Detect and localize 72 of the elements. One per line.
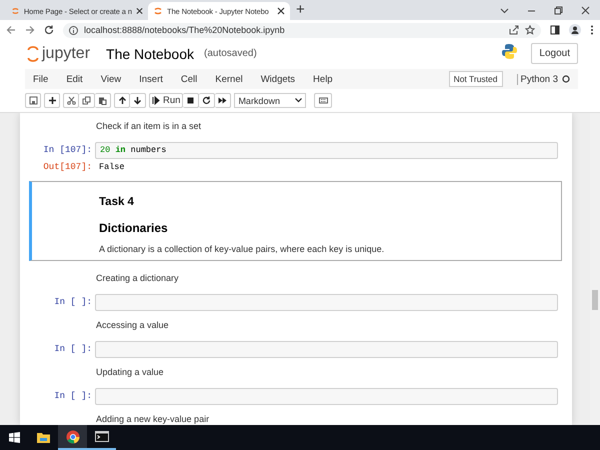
menu-item[interactable]: Widgets — [260, 74, 296, 84]
cell-type-dropdown[interactable]: Markdown — [234, 93, 306, 108]
menu-item[interactable]: Help — [313, 74, 333, 84]
trust-indicator[interactable]: Not Trusted — [448, 71, 502, 87]
forward-icon[interactable] — [25, 25, 35, 35]
output-prompt: Out[107]: — [42, 161, 93, 174]
close-icon[interactable] — [581, 6, 590, 14]
markdown-text: Adding a new key-value pair — [96, 414, 210, 424]
address-bar[interactable]: localhost:8888/notebooks/The%20Notebook.ipynb — [63, 22, 541, 38]
kernel-name[interactable]: Python 3 — [516, 74, 558, 84]
input-prompt: In [ ]: — [53, 390, 93, 403]
markdown-cell[interactable]: Task 4 Dictionaries A dictionary is a collection of key-value pairs, where each key is unique. — [29, 181, 562, 261]
code-input[interactable] — [95, 341, 558, 358]
profile-icon[interactable] — [569, 24, 581, 36]
chrome-icon[interactable] — [58, 425, 87, 450]
kernel-idle-icon — [562, 75, 570, 83]
save-icon[interactable] — [25, 93, 41, 108]
jupyter-logo-icon — [153, 6, 163, 16]
input-prompt: In [107]: — [42, 144, 93, 157]
restore-icon[interactable] — [554, 6, 563, 14]
menu-item[interactable]: Kernel — [215, 74, 243, 84]
keyboard-icon[interactable] — [314, 93, 332, 108]
close-icon[interactable] — [277, 7, 285, 15]
code-input[interactable] — [95, 294, 558, 311]
share-icon[interactable] — [509, 25, 519, 35]
markdown-text: Accessing a value — [96, 320, 169, 330]
new-tab-button[interactable]: + — [296, 1, 305, 18]
sidebar-icon[interactable] — [550, 25, 560, 35]
back-icon[interactable] — [6, 25, 16, 35]
restart-icon[interactable] — [199, 93, 216, 108]
info-icon — [69, 26, 78, 34]
menu-item[interactable]: File — [33, 74, 48, 84]
add-cell-icon[interactable] — [44, 93, 60, 108]
close-icon[interactable] — [136, 7, 143, 15]
output-text: False — [98, 161, 125, 174]
run-button[interactable]: Run — [149, 93, 184, 108]
notebook-name[interactable]: The Notebook — [106, 46, 194, 62]
code-input[interactable] — [95, 388, 558, 405]
save-status: (autosaved) — [204, 48, 257, 59]
code-input[interactable]: 20 in numbers — [95, 142, 558, 159]
scrollbar-thumb[interactable] — [592, 290, 598, 310]
menu-item[interactable]: Cell — [180, 74, 198, 84]
arrow-up-icon[interactable] — [114, 93, 130, 108]
logout-button[interactable]: Logout — [531, 43, 578, 64]
fast-forward-icon[interactable] — [215, 93, 232, 108]
copy-icon[interactable] — [79, 93, 95, 108]
caret-icon — [295, 98, 302, 103]
menu-item[interactable]: Edit — [66, 74, 83, 84]
star-icon[interactable] — [525, 25, 535, 35]
menu-item[interactable]: Insert — [139, 74, 163, 84]
input-prompt: In [ ]: — [53, 343, 93, 356]
cell-heading: Task 4 — [99, 196, 135, 208]
jupyter-logo-text: jupyter — [42, 44, 90, 62]
arrow-down-icon[interactable] — [130, 93, 146, 108]
jupyter-logo-icon — [27, 44, 39, 62]
markdown-text: Updating a value — [96, 367, 164, 377]
cell-subheading: Dictionaries — [99, 221, 169, 235]
python-logo-icon — [501, 42, 518, 60]
stop-icon[interactable] — [183, 93, 200, 108]
markdown-text: Creating a dictionary — [96, 273, 179, 283]
reload-icon[interactable] — [44, 25, 54, 35]
windows-logo-icon — [9, 432, 20, 443]
run-icon — [152, 96, 161, 105]
menu-item[interactable]: View — [100, 74, 122, 84]
chevron-down-icon[interactable] — [500, 6, 509, 14]
jupyter-logo-icon — [11, 6, 20, 16]
markdown-text: Check if an item is in a set — [96, 121, 202, 131]
more-icon[interactable] — [590, 25, 594, 35]
input-prompt: In [ ]: — [53, 296, 93, 309]
cut-icon[interactable] — [63, 93, 79, 108]
markdown-text: A dictionary is a collection of key-value pairs, where each key is unique. — [99, 244, 386, 254]
paste-icon[interactable] — [95, 93, 111, 108]
